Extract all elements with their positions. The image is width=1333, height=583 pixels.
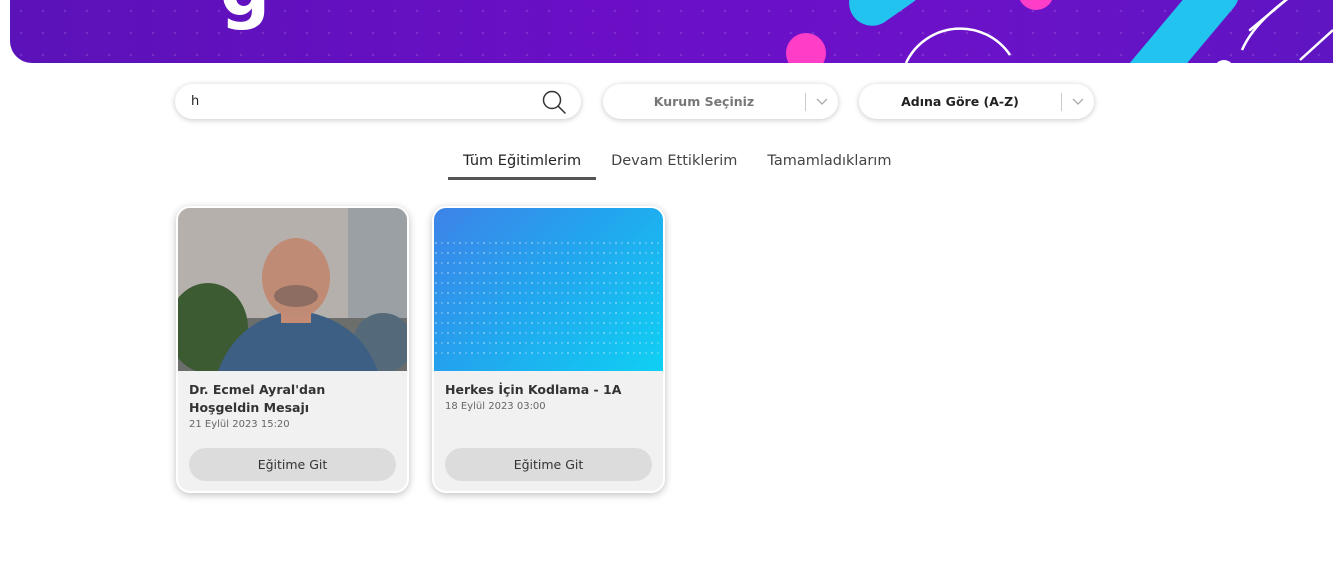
go-to-course-button[interactable]: Eğitime Git <box>445 448 652 481</box>
course-card[interactable]: Dr. Ecmel Ayral'dan Hoşgeldin Mesajı 21 … <box>176 206 409 493</box>
search-bar <box>175 84 581 119</box>
banner-decoration-shapes <box>786 0 1333 63</box>
course-date: 21 Eylül 2023 15:20 <box>189 419 290 430</box>
sort-select[interactable]: Adına Göre (A-Z) <box>859 84 1094 119</box>
sort-select-value: Adına Göre (A-Z) <box>901 94 1019 109</box>
course-title: Herkes İçin Kodlama - 1A <box>445 382 622 397</box>
tab-all-courses[interactable]: Tüm Eğitimlerim <box>448 150 597 180</box>
course-tabs: Tüm Eğitimlerim Devam Ettiklerim Tamamla… <box>448 150 906 180</box>
course-thumbnail[interactable] <box>178 208 407 371</box>
search-icon[interactable] <box>541 89 567 115</box>
institution-select[interactable]: Kurum Seçiniz <box>603 84 838 119</box>
hero-banner: g <box>10 0 1333 63</box>
chevron-down-icon[interactable] <box>1062 98 1094 106</box>
search-input[interactable] <box>189 93 541 110</box>
chevron-down-icon[interactable] <box>806 98 838 106</box>
course-thumbnail[interactable] <box>434 208 663 371</box>
tab-in-progress[interactable]: Devam Ettiklerim <box>596 150 752 180</box>
person-video-thumbnail <box>178 208 407 371</box>
go-to-course-button[interactable]: Eğitime Git <box>189 448 396 481</box>
institution-select-value: Kurum Seçiniz <box>653 94 755 109</box>
tab-completed[interactable]: Tamamladıklarım <box>752 150 906 180</box>
binary-code-pattern-thumbnail <box>434 238 663 358</box>
course-date: 18 Eylül 2023 03:00 <box>445 401 546 412</box>
course-title: Dr. Ecmel Ayral'dan Hoşgeldin Mesajı <box>189 382 326 415</box>
course-card[interactable]: Herkes İçin Kodlama - 1A 18 Eylül 2023 0… <box>432 206 665 493</box>
